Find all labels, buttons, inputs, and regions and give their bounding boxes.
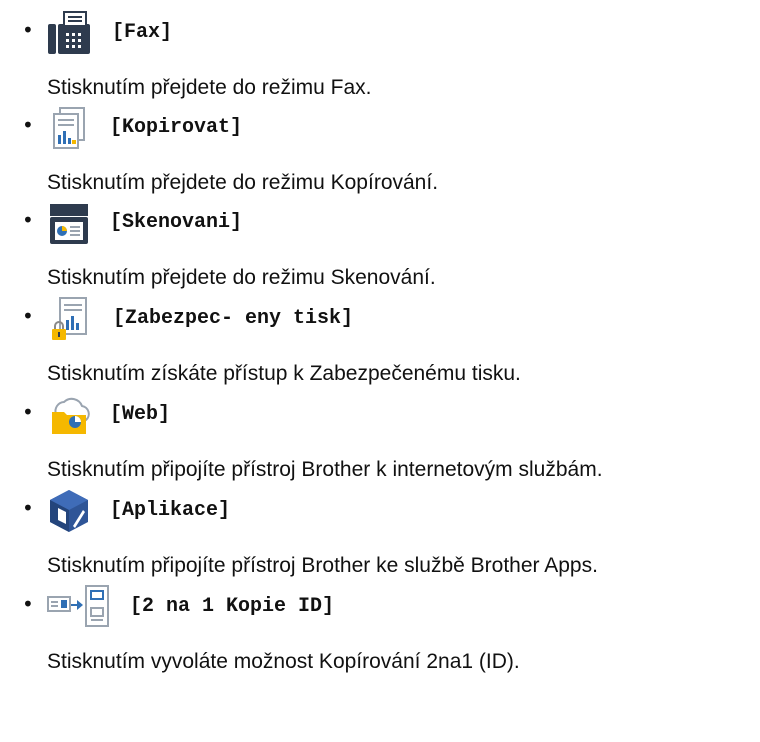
item-description: Stisknutím získáte přístup k Zabezpečené… — [47, 362, 521, 385]
item-label: [Fax] — [112, 21, 173, 44]
item-label: [Kopirovat] — [110, 116, 243, 139]
bullet: • — [22, 496, 34, 520]
item-description: Stisknutím přejdete do režimu Fax. — [47, 76, 372, 99]
item-label: [Zabezpec- eny tisk] — [113, 307, 354, 330]
item-description: Stisknutím přejdete do režimu Kopírování… — [47, 171, 439, 194]
bullet: • — [22, 400, 34, 424]
bullet: • — [22, 18, 34, 42]
item-label: [2 na 1 Kopie ID] — [130, 595, 335, 618]
item-label: [Web] — [110, 403, 171, 426]
item-description: Stisknutím přejdete do režimu Skenování. — [47, 266, 436, 289]
fax-icon[interactable] — [46, 10, 92, 56]
bullet: • — [22, 113, 34, 137]
item-description: Stisknutím připojíte přístroj Brother k … — [47, 458, 603, 481]
bullet: • — [22, 208, 34, 232]
bullet: • — [22, 592, 34, 616]
secure-print-icon[interactable] — [46, 296, 92, 342]
item-description: Stisknutím připojíte přístroj Brother ke… — [47, 554, 598, 577]
id-copy-icon[interactable] — [46, 584, 112, 630]
copy-icon[interactable] — [46, 105, 92, 151]
bullet: • — [22, 304, 34, 328]
item-label: [Aplikace] — [110, 499, 231, 522]
web-icon[interactable] — [46, 392, 92, 438]
item-description: Stisknutím vyvoláte možnost Kopírování 2… — [47, 650, 520, 673]
apps-icon[interactable] — [46, 488, 92, 534]
item-label: [Skenovani] — [110, 211, 243, 234]
scan-icon[interactable] — [46, 200, 92, 246]
